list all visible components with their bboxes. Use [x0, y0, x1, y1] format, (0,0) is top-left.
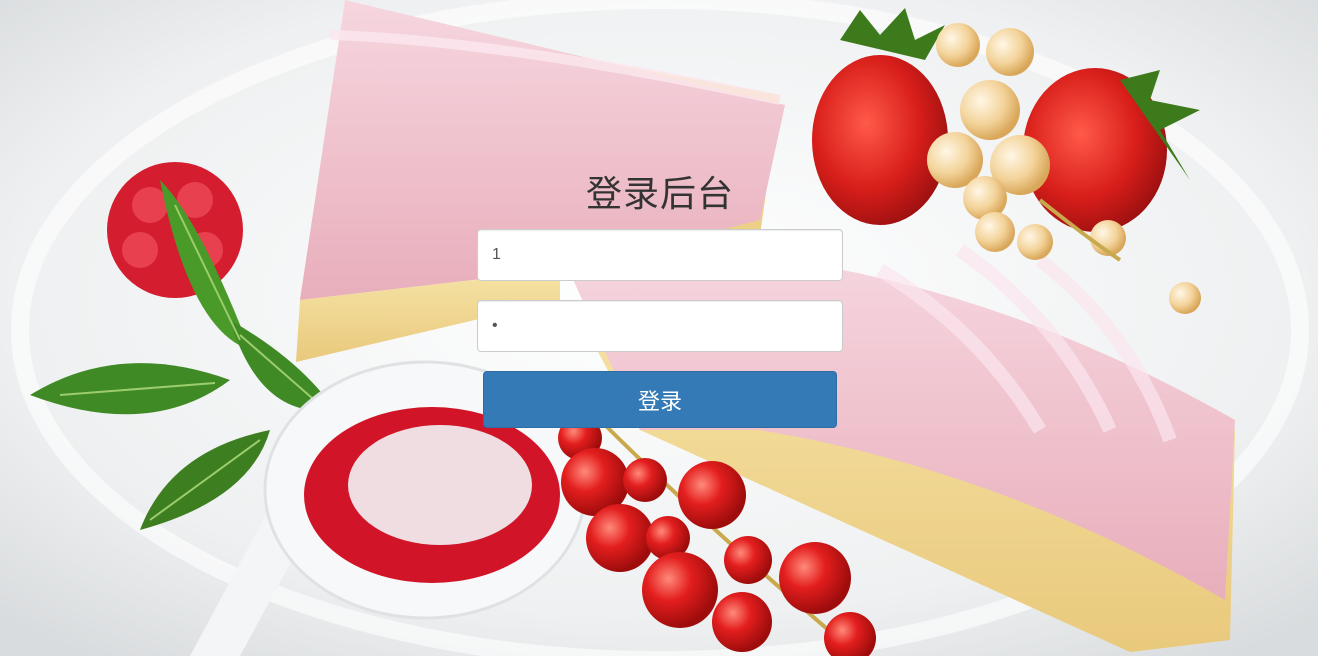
password-input[interactable]	[477, 300, 843, 352]
login-title: 登录后台	[585, 174, 734, 215]
login-form: 登录后台 登录	[477, 166, 843, 428]
username-input[interactable]	[477, 229, 843, 281]
login-button[interactable]: 登录	[483, 371, 837, 428]
